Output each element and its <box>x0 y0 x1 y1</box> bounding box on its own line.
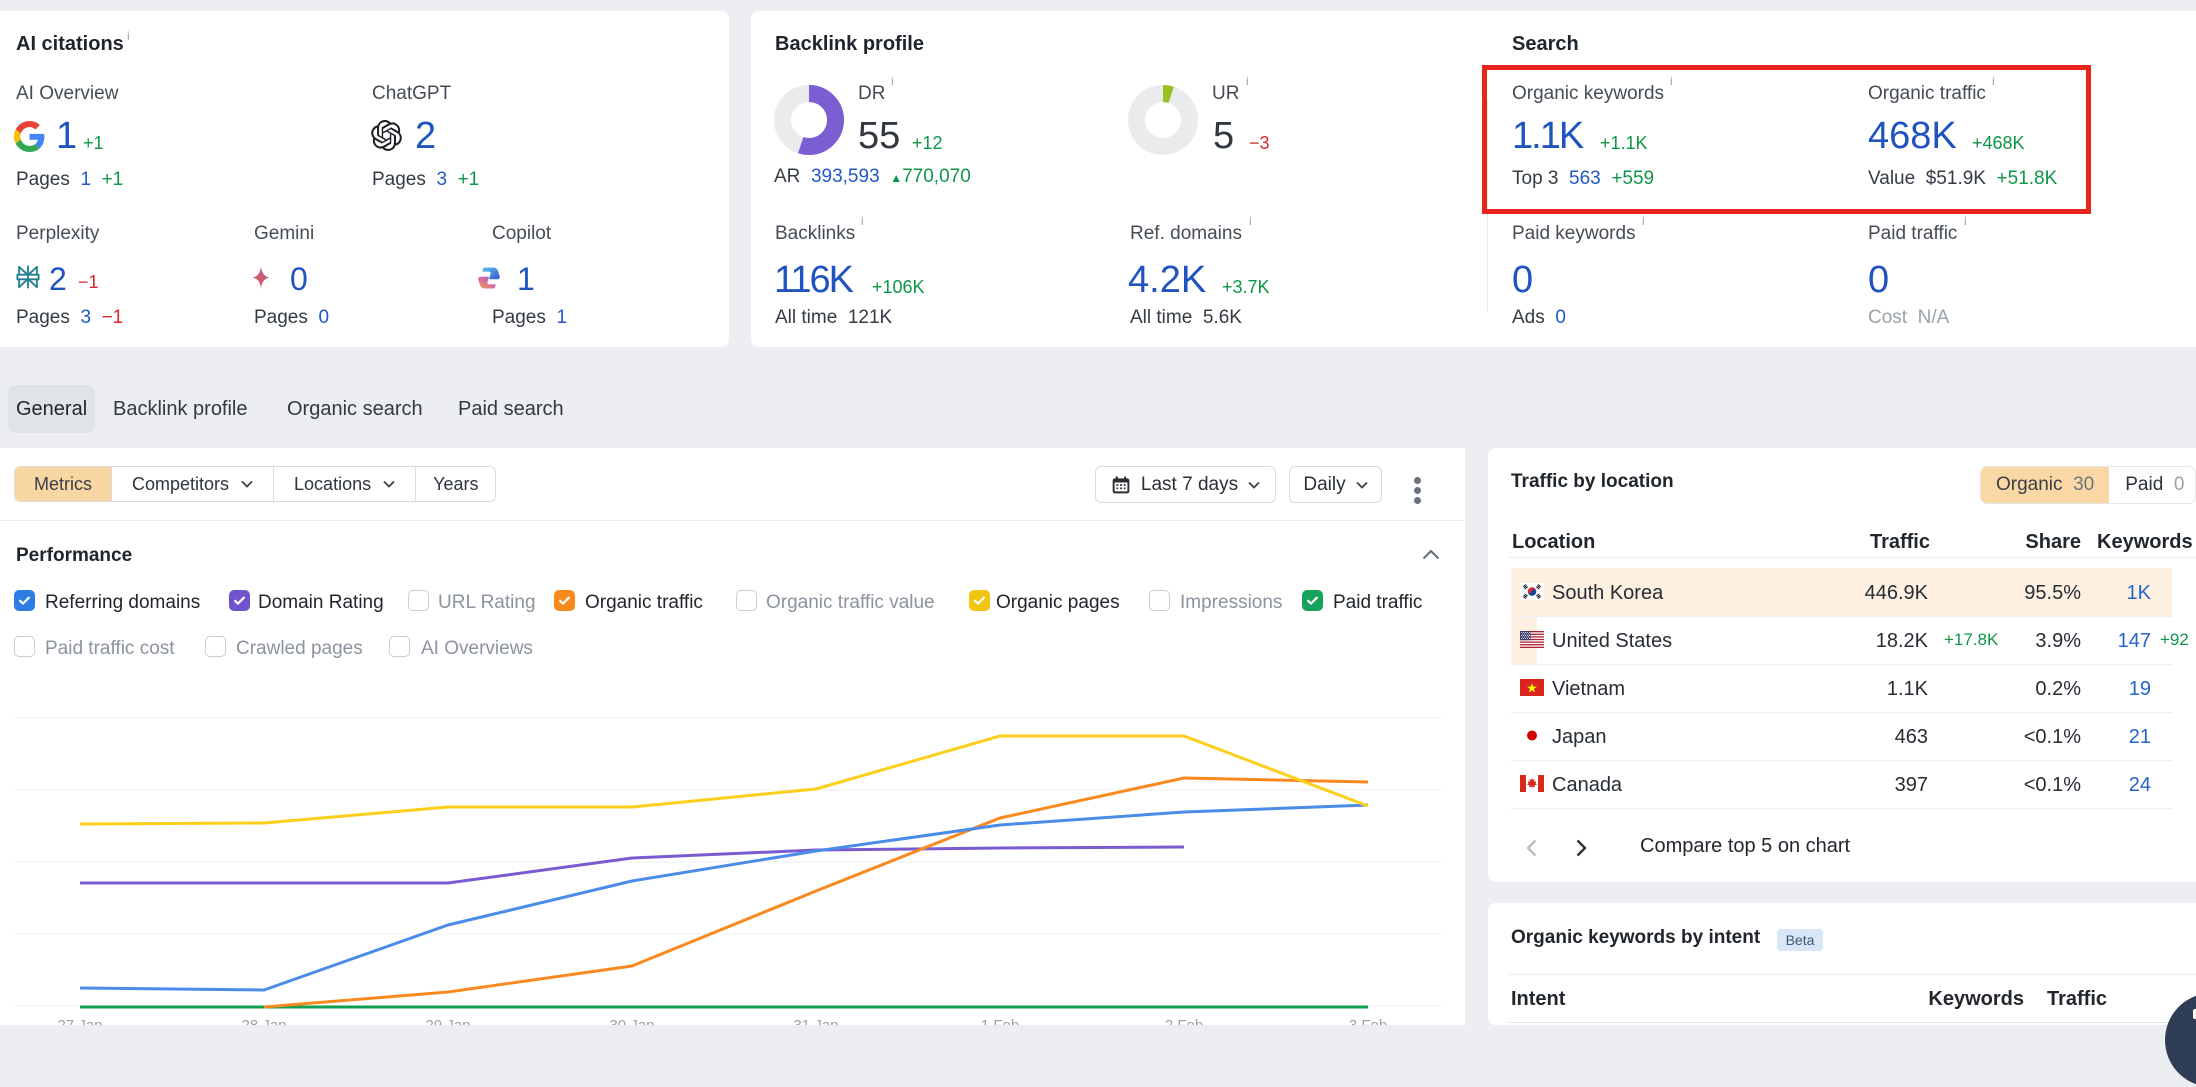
svg-text:2 Feb: 2 Feb <box>1165 1017 1203 1025</box>
svg-text:27 Jan: 27 Jan <box>57 1017 102 1025</box>
svg-text:31 Jan: 31 Jan <box>793 1017 838 1025</box>
svg-text:1 Feb: 1 Feb <box>981 1017 1019 1025</box>
svg-text:3 Feb: 3 Feb <box>1349 1017 1387 1025</box>
svg-text:30 Jan: 30 Jan <box>609 1017 654 1025</box>
svg-text:28 Jan: 28 Jan <box>241 1017 286 1025</box>
svg-text:29 Jan: 29 Jan <box>425 1017 470 1025</box>
